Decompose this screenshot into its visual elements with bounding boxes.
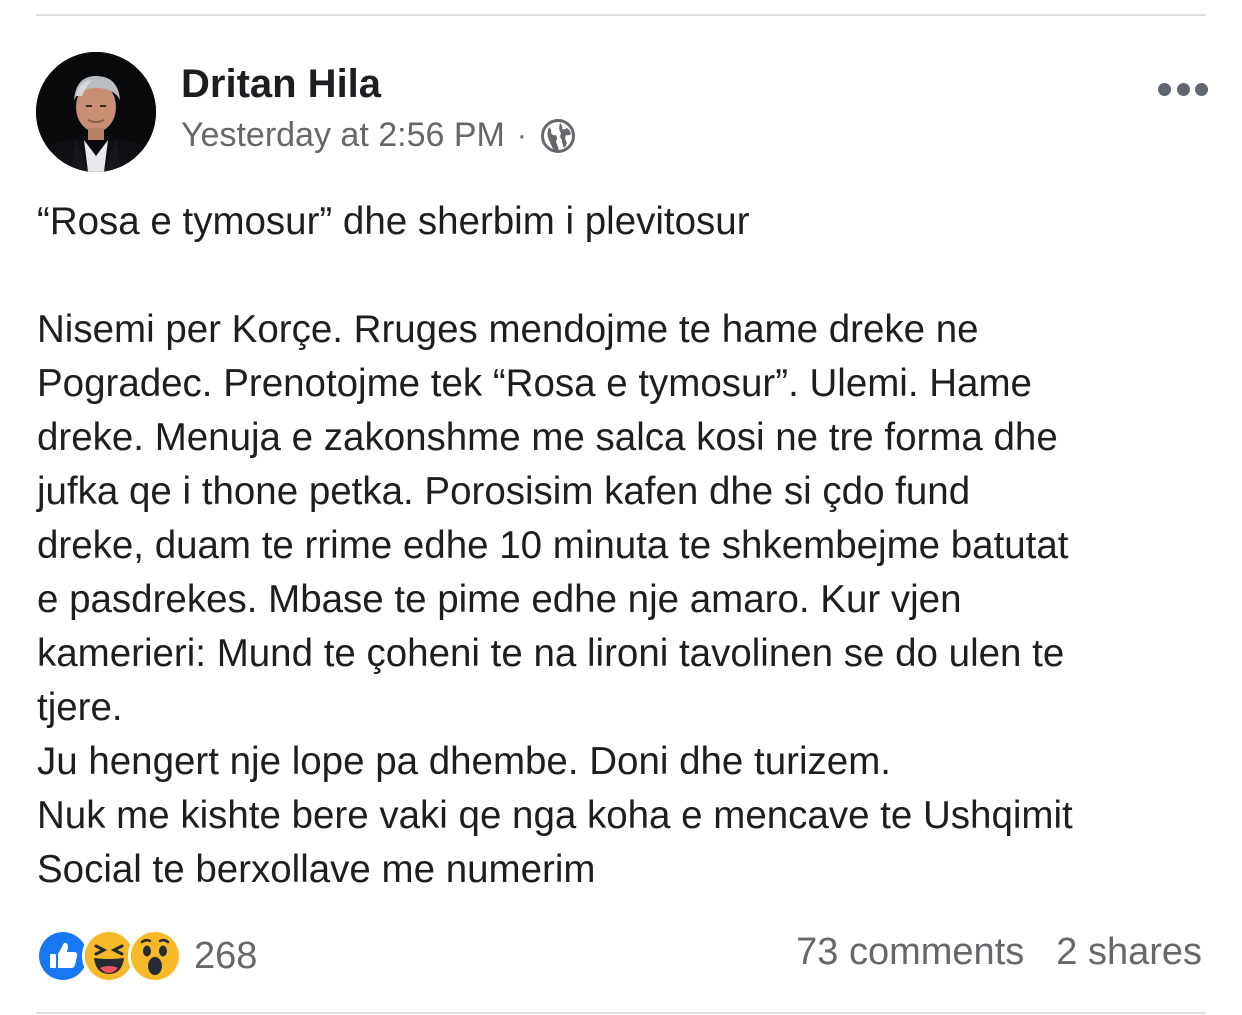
meta-separator: · (516, 118, 527, 152)
post-line: Nuk me kishte bere vaki qe nga koha e me… (37, 794, 1073, 837)
globe-icon[interactable] (540, 118, 576, 154)
post-line: e pasdrekes. Mbase te pime edhe nje amar… (37, 578, 962, 621)
post-body: “Rosa e tymosur” dhe sherbim i plevitosu… (37, 195, 1217, 897)
shares-count-link[interactable]: 2 shares (1056, 931, 1202, 974)
top-divider (36, 14, 1206, 16)
author-avatar[interactable] (36, 52, 156, 172)
bottom-divider (36, 1012, 1206, 1014)
post-title-line: “Rosa e tymosur” dhe sherbim i plevitosu… (37, 200, 750, 243)
post-line: jufka qe i thone petka. Porosisim kafen … (37, 470, 971, 513)
wow-icon (128, 929, 182, 983)
post-line: kamerieri: Mund te çoheni te na lironi t… (37, 632, 1065, 675)
post-stats: 73 comments 2 shares (796, 931, 1202, 974)
post-line: Pogradec. Prenotojme tek “Rosa e tymosur… (37, 362, 1032, 405)
post-line: Social te berxollave me numerim (37, 848, 596, 891)
more-dot (1158, 82, 1171, 96)
post-line: tjere. (37, 686, 123, 729)
more-options-icon[interactable] (1158, 80, 1208, 98)
avatar-photo (36, 52, 156, 172)
reaction-count[interactable]: 268 (194, 935, 257, 978)
reactions-summary[interactable]: 268 (36, 929, 257, 983)
more-dot (1195, 82, 1208, 96)
author-name[interactable]: Dritan Hila (181, 62, 381, 107)
more-dot (1176, 82, 1190, 96)
post-meta: Yesterday at 2:56 PM · (181, 116, 576, 155)
comments-count-link[interactable]: 73 comments (796, 931, 1024, 974)
post-line: dreke, duam te rrime edhe 10 minuta te s… (37, 524, 1069, 567)
post-line: dreke. Menuja e zakonshme me salca kosi … (37, 416, 1058, 459)
post-timestamp[interactable]: Yesterday at 2:56 PM (181, 116, 505, 155)
post-line: Ju hengert nje lope pa dhembe. Doni dhe … (37, 740, 891, 783)
post-line: Nisemi per Korçe. Rruges mendojme te ham… (37, 308, 979, 351)
